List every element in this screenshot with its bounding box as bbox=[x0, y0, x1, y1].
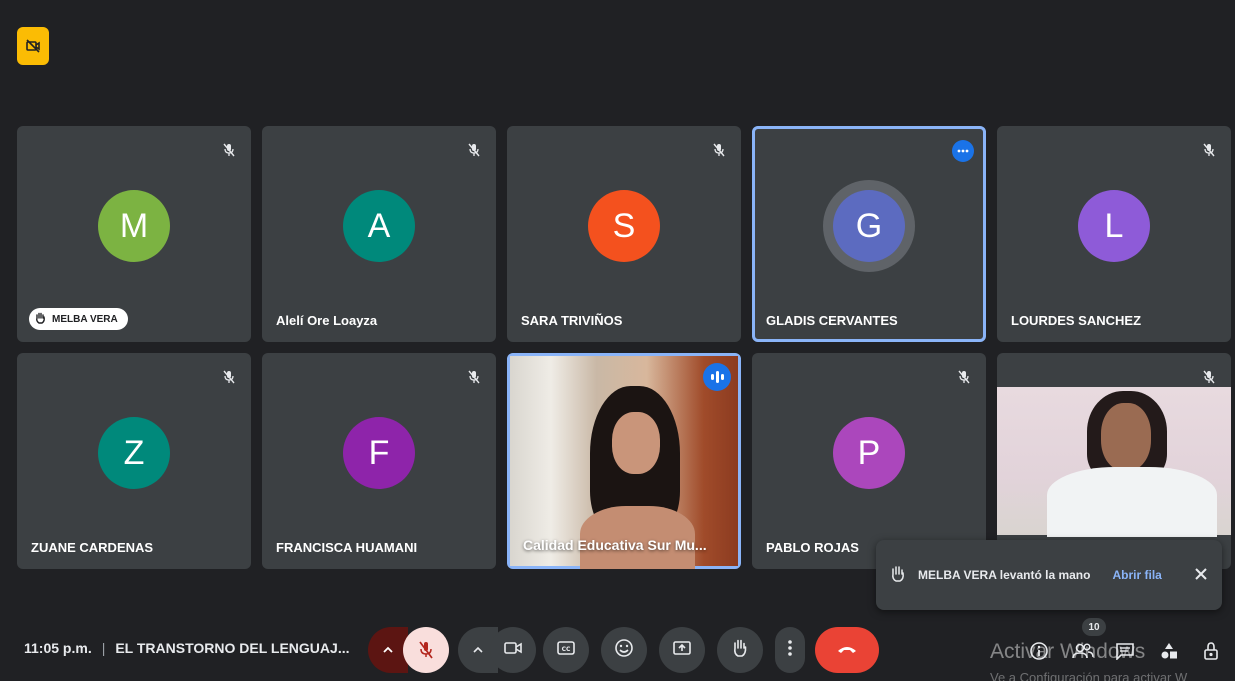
avatar: F bbox=[343, 417, 415, 489]
no-camera-icon[interactable] bbox=[17, 27, 49, 65]
participant-name: PABLO ROJAS bbox=[766, 540, 859, 555]
participant-tile[interactable]: P PABLO ROJAS bbox=[752, 353, 986, 569]
participant-name: SARA TRIVIÑOS bbox=[521, 313, 623, 328]
present-button[interactable] bbox=[659, 627, 705, 673]
mic-toggle-button[interactable] bbox=[403, 627, 449, 673]
end-call-icon bbox=[836, 641, 858, 659]
emoji-button[interactable] bbox=[601, 627, 647, 673]
avatar: M bbox=[98, 190, 170, 262]
speaking-indicator-icon bbox=[703, 363, 731, 391]
emoji-icon bbox=[614, 638, 634, 663]
camera-icon bbox=[503, 640, 523, 661]
info-icon[interactable] bbox=[1026, 638, 1052, 664]
bottom-toolbar: 11:05 p.m. | EL TRANSTORNO DEL LENGUAJ..… bbox=[0, 618, 1235, 681]
participant-name: ZUANE CARDENAS bbox=[31, 540, 154, 555]
raise-hand-button[interactable] bbox=[717, 627, 763, 673]
participant-name: MELBA VERA bbox=[52, 313, 118, 325]
captions-icon: CC bbox=[557, 640, 575, 660]
windows-activation-subtext: Ve a Configuración para activar W bbox=[990, 670, 1188, 681]
avatar: P bbox=[833, 417, 905, 489]
svg-text:CC: CC bbox=[562, 646, 571, 653]
notification-text: MELBA VERA levantó la mano bbox=[918, 568, 1091, 582]
mic-off-icon bbox=[464, 367, 484, 387]
participant-grid: M MELBA VERA A Alelí Ore Loayza S SARA T… bbox=[17, 126, 1231, 569]
present-icon bbox=[672, 640, 692, 661]
participant-name: Alelí Ore Loayza bbox=[276, 313, 378, 328]
avatar: S bbox=[588, 190, 660, 262]
meeting-details: 11:05 p.m. | EL TRANSTORNO DEL LENGUAJ..… bbox=[24, 640, 349, 656]
more-options-button[interactable] bbox=[775, 627, 805, 673]
mic-off-icon bbox=[219, 367, 239, 387]
open-queue-link[interactable]: Abrir fila bbox=[1112, 568, 1161, 582]
avatar: Z bbox=[98, 417, 170, 489]
host-controls-icon[interactable] bbox=[1198, 638, 1224, 664]
hand-raised-notification: MELBA VERA levantó la mano Abrir fila bbox=[876, 540, 1222, 610]
close-icon[interactable] bbox=[1194, 567, 1208, 584]
mic-off-icon bbox=[954, 367, 974, 387]
separator: | bbox=[101, 640, 106, 656]
more-vert-icon bbox=[788, 639, 792, 661]
camera-toggle-button[interactable] bbox=[490, 627, 536, 673]
participant-tile[interactable]: M MELBA VERA bbox=[17, 126, 251, 342]
mic-off-icon bbox=[219, 140, 239, 160]
hand-raised-name-tag: MELBA VERA bbox=[29, 308, 128, 330]
people-icon[interactable] bbox=[1070, 638, 1096, 664]
hand-raised-icon bbox=[35, 312, 46, 327]
participant-video-tile[interactable]: Calidad Educativa Sur Mu... bbox=[507, 353, 741, 569]
activities-icon[interactable] bbox=[1156, 638, 1182, 664]
participant-video bbox=[510, 356, 738, 569]
participant-name: GLADIS CERVANTES bbox=[766, 313, 898, 328]
avatar: A bbox=[343, 190, 415, 262]
mic-options-button[interactable] bbox=[368, 627, 408, 673]
avatar: L bbox=[1078, 190, 1150, 262]
more-options-icon[interactable] bbox=[952, 140, 974, 162]
mic-off-icon bbox=[709, 140, 729, 160]
participant-name: Calidad Educativa Sur Mu... bbox=[523, 537, 707, 553]
end-call-button[interactable] bbox=[815, 627, 879, 673]
clock: 11:05 p.m. bbox=[24, 640, 92, 656]
participant-tile[interactable]: F FRANCISCA HUAMANI bbox=[262, 353, 496, 569]
mic-off-icon bbox=[1199, 367, 1219, 387]
hand-raised-icon bbox=[890, 565, 906, 586]
participant-name: FRANCISCA HUAMANI bbox=[276, 540, 418, 555]
avatar: G bbox=[833, 190, 905, 262]
mic-off-icon bbox=[1199, 140, 1219, 160]
participant-video-tile[interactable] bbox=[997, 353, 1231, 569]
chat-icon[interactable] bbox=[1112, 638, 1138, 664]
meeting-title[interactable]: EL TRANSTORNO DEL LENGUAJ... bbox=[115, 640, 349, 656]
mic-off-icon bbox=[464, 140, 484, 160]
participant-tile[interactable]: L LOURDES SANCHEZ bbox=[997, 126, 1231, 342]
participant-video bbox=[997, 387, 1231, 537]
participant-tile[interactable]: A Alelí Ore Loayza bbox=[262, 126, 496, 342]
hand-raised-icon bbox=[731, 638, 749, 663]
participant-tile[interactable]: Z ZUANE CARDENAS bbox=[17, 353, 251, 569]
participant-tile-selected[interactable]: G GLADIS CERVANTES bbox=[752, 126, 986, 342]
participant-name: LOURDES SANCHEZ bbox=[1011, 313, 1142, 328]
captions-button[interactable]: CC bbox=[543, 627, 589, 673]
participant-count-badge: 10 bbox=[1082, 618, 1106, 636]
participant-tile[interactable]: S SARA TRIVIÑOS bbox=[507, 126, 741, 342]
